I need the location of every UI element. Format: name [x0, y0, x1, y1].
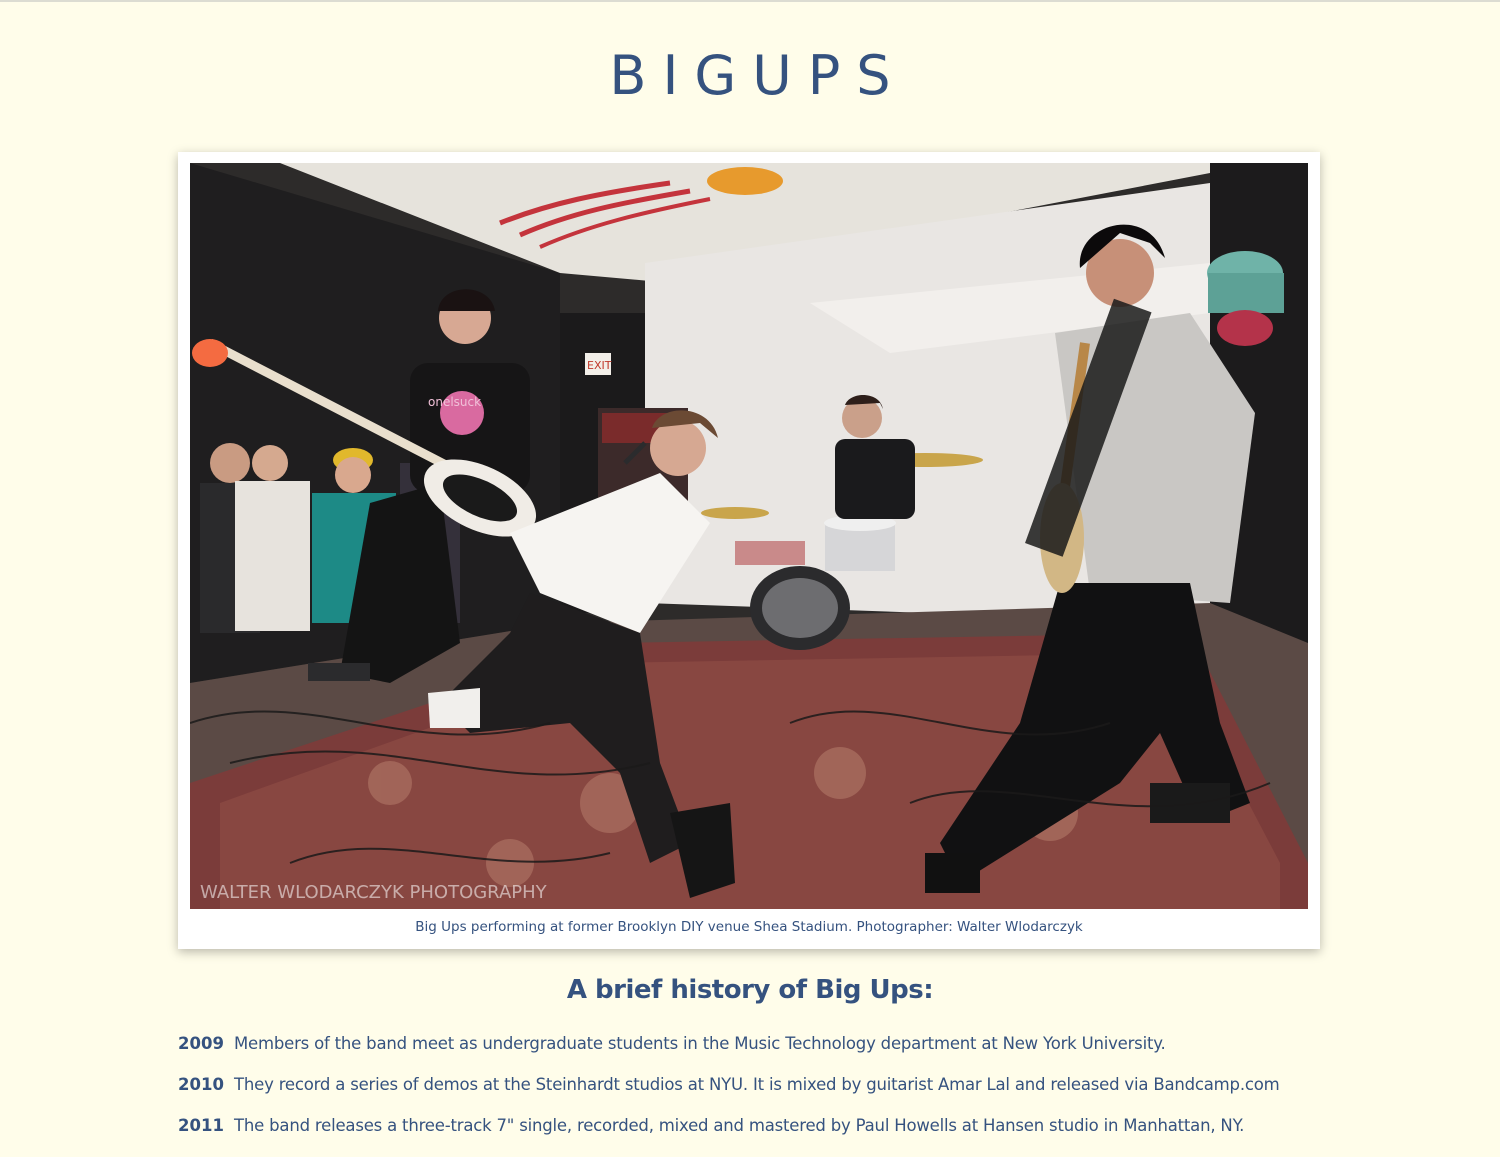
photo-caption: Big Ups performing at former Brooklyn DI… [415, 919, 1083, 935]
timeline-item: 2011 The band releases a three-track 7" … [178, 1116, 1328, 1157]
timeline-text: They record a series of demos at the Ste… [234, 1075, 1280, 1094]
band-photo: EXIT onelsuck WALTER WLODARCZYK PHOTOGRA… [190, 163, 1308, 909]
timeline-text: The band releases a three-track 7" singl… [234, 1116, 1245, 1135]
photo-figure: EXIT onelsuck WALTER WLODARCZYK PHOTOGRA… [178, 152, 1320, 949]
timeline-item: 2010 They record a series of demos at th… [178, 1075, 1328, 1116]
timeline-item: 2009 Members of the band meet as undergr… [178, 1034, 1328, 1075]
timeline-text: Members of the band meet as undergraduat… [234, 1034, 1166, 1053]
top-divider [0, 0, 1500, 2]
shirt-text: onelsuck [428, 395, 481, 409]
site-title[interactable]: BIGUPS [0, 44, 1500, 107]
history-heading: A brief history of Big Ups: [566, 975, 934, 1005]
exit-sign: EXIT [587, 359, 612, 372]
photo-watermark: WALTER WLODARCZYK PHOTOGRAPHY [200, 882, 548, 903]
history-timeline: 2009 Members of the band meet as undergr… [178, 1034, 1328, 1157]
timeline-year: 2011 [178, 1116, 224, 1135]
timeline-year: 2009 [178, 1034, 224, 1053]
timeline-year: 2010 [178, 1075, 224, 1094]
